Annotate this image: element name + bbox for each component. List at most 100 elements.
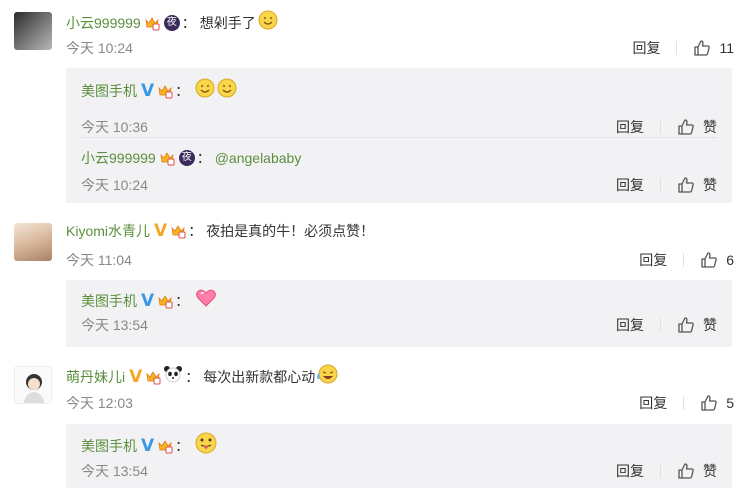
thumbs-up-icon (701, 252, 717, 268)
crown-badge-icon (157, 83, 173, 99)
divider (660, 178, 661, 192)
reply-thread: 美图手机 V ： 今天 13:54 回复 赞 (66, 280, 732, 347)
like-count: 11 (719, 40, 734, 56)
colon: ： (175, 292, 190, 309)
divider (660, 464, 661, 478)
colon: ： (196, 150, 211, 166)
verified-v-icon: V (129, 366, 143, 387)
reply-header: 美图手机 V ： (81, 432, 217, 459)
timestamp: 今天 10:36 (81, 119, 148, 135)
reply-header: 美图手机 V ： (81, 78, 237, 103)
reply-button[interactable]: 回复 (616, 117, 644, 137)
avatar[interactable] (14, 12, 52, 50)
crown-badge-icon (170, 223, 186, 239)
divider (683, 253, 685, 267)
like-button[interactable]: 赞 (677, 461, 717, 481)
username-link[interactable]: 小云999999 (81, 148, 156, 168)
reply-button[interactable]: 回复 (632, 38, 660, 58)
night-badge-icon: 夜 (163, 14, 180, 31)
smile-emoji-icon (195, 78, 215, 103)
reply-header: 小云999999 夜 ： @angelababy (81, 148, 301, 168)
thumbs-up-icon (694, 40, 711, 56)
comment-text: 夜拍是真的牛！必须点赞！ (206, 223, 375, 239)
username-link[interactable]: 美图手机 (81, 81, 137, 101)
reply-button[interactable]: 回复 (616, 315, 644, 335)
timestamp: 今天 10:24 (66, 40, 133, 56)
verified-v-icon: V (141, 80, 155, 101)
like-button[interactable]: 赞 (677, 117, 717, 137)
reply-thread: 美图手机 V ： 今天 10:36 回复 赞 小云999999 夜 ： @ang… (66, 68, 732, 203)
colon: ： (175, 82, 190, 99)
like-label: 赞 (703, 119, 717, 135)
reply-meta: 今天 13:54 回复 赞 (81, 461, 717, 481)
colon: ： (175, 437, 190, 454)
comment-meta: 今天 10:24 回复 11 (66, 38, 734, 58)
crown-badge-icon (157, 438, 173, 454)
colon: ： (181, 14, 196, 31)
like-label: 赞 (703, 177, 717, 193)
thumbs-up-icon (678, 463, 694, 479)
reply-button[interactable]: 回复 (639, 250, 667, 270)
comment-header: 萌丹妹儿i V ： 每次出新款都心动 (66, 364, 339, 389)
comment-meta: 今天 11:04 回复 6 (66, 250, 734, 270)
verified-v-icon: V (154, 221, 168, 241)
like-button[interactable]: 6 (700, 250, 734, 270)
colon: ： (188, 223, 203, 239)
smile-emoji-icon (217, 78, 237, 103)
reply-meta: 今天 13:54 回复 赞 (81, 315, 717, 335)
timestamp: 今天 12:03 (66, 395, 133, 411)
verified-v-icon: V (141, 435, 155, 456)
reply-thread: 美图手机 V ： 今天 13:54 回复 赞 (66, 424, 732, 488)
night-badge-icon: 夜 (178, 150, 195, 166)
like-label: 赞 (703, 463, 717, 479)
comment-header: 小云999999 夜 ： 想剁手了 (66, 10, 278, 35)
timestamp: 今天 13:54 (81, 317, 148, 333)
like-button[interactable]: 5 (700, 393, 734, 413)
avatar[interactable] (14, 366, 52, 404)
divider (676, 41, 678, 55)
verified-v-icon: V (141, 290, 155, 311)
like-label: 赞 (703, 317, 717, 333)
divider (660, 120, 661, 134)
divider (683, 396, 685, 410)
comment-meta: 今天 12:03 回复 5 (66, 393, 734, 413)
crown-badge-icon (145, 369, 161, 385)
like-button[interactable]: 赞 (677, 175, 717, 195)
reply-button[interactable]: 回复 (616, 175, 644, 195)
crown-badge-icon (144, 15, 160, 31)
divider (660, 318, 661, 332)
crown-badge-icon (157, 293, 173, 309)
username-link[interactable]: 萌丹妹儿i (66, 367, 125, 387)
reply-divider (81, 137, 717, 138)
comment-text: 想剁手了 (199, 14, 256, 31)
reply-meta: 今天 10:36 回复 赞 (81, 117, 717, 137)
username-link[interactable]: Kiyomi水青儿 (66, 221, 150, 241)
timestamp: 今天 13:54 (81, 463, 148, 479)
like-button[interactable]: 赞 (677, 315, 717, 335)
reply-meta: 今天 10:24 回复 赞 (81, 175, 717, 195)
username-link[interactable]: 小云999999 (66, 13, 141, 33)
mention-link[interactable]: @angelababy (215, 148, 302, 168)
thumbs-up-icon (678, 119, 694, 135)
laugh-emoji-icon (317, 364, 339, 389)
timestamp: 今天 10:24 (81, 177, 148, 193)
smile-emoji-icon (258, 10, 278, 35)
reply-button[interactable]: 回复 (616, 461, 644, 481)
crown-badge-icon (159, 150, 175, 166)
like-count: 5 (726, 395, 734, 411)
username-link[interactable]: 美图手机 (81, 436, 137, 456)
comment-header: Kiyomi水青儿 V ： 夜拍是真的牛！必须点赞！ (66, 221, 374, 241)
timestamp: 今天 11:04 (66, 252, 132, 268)
comment-text: 每次出新款都心动 (203, 368, 316, 385)
panda-icon (163, 365, 183, 388)
reply-button[interactable]: 回复 (639, 393, 667, 413)
colon: ： (185, 368, 200, 385)
username-link[interactable]: 美图手机 (81, 291, 137, 311)
avatar[interactable] (14, 223, 52, 261)
heart-emoji-icon (195, 288, 217, 313)
tongue-emoji-icon (195, 432, 217, 459)
like-button[interactable]: 11 (693, 38, 734, 58)
thumbs-up-icon (701, 395, 717, 411)
like-count: 6 (726, 252, 734, 268)
thumbs-up-icon (678, 177, 694, 193)
